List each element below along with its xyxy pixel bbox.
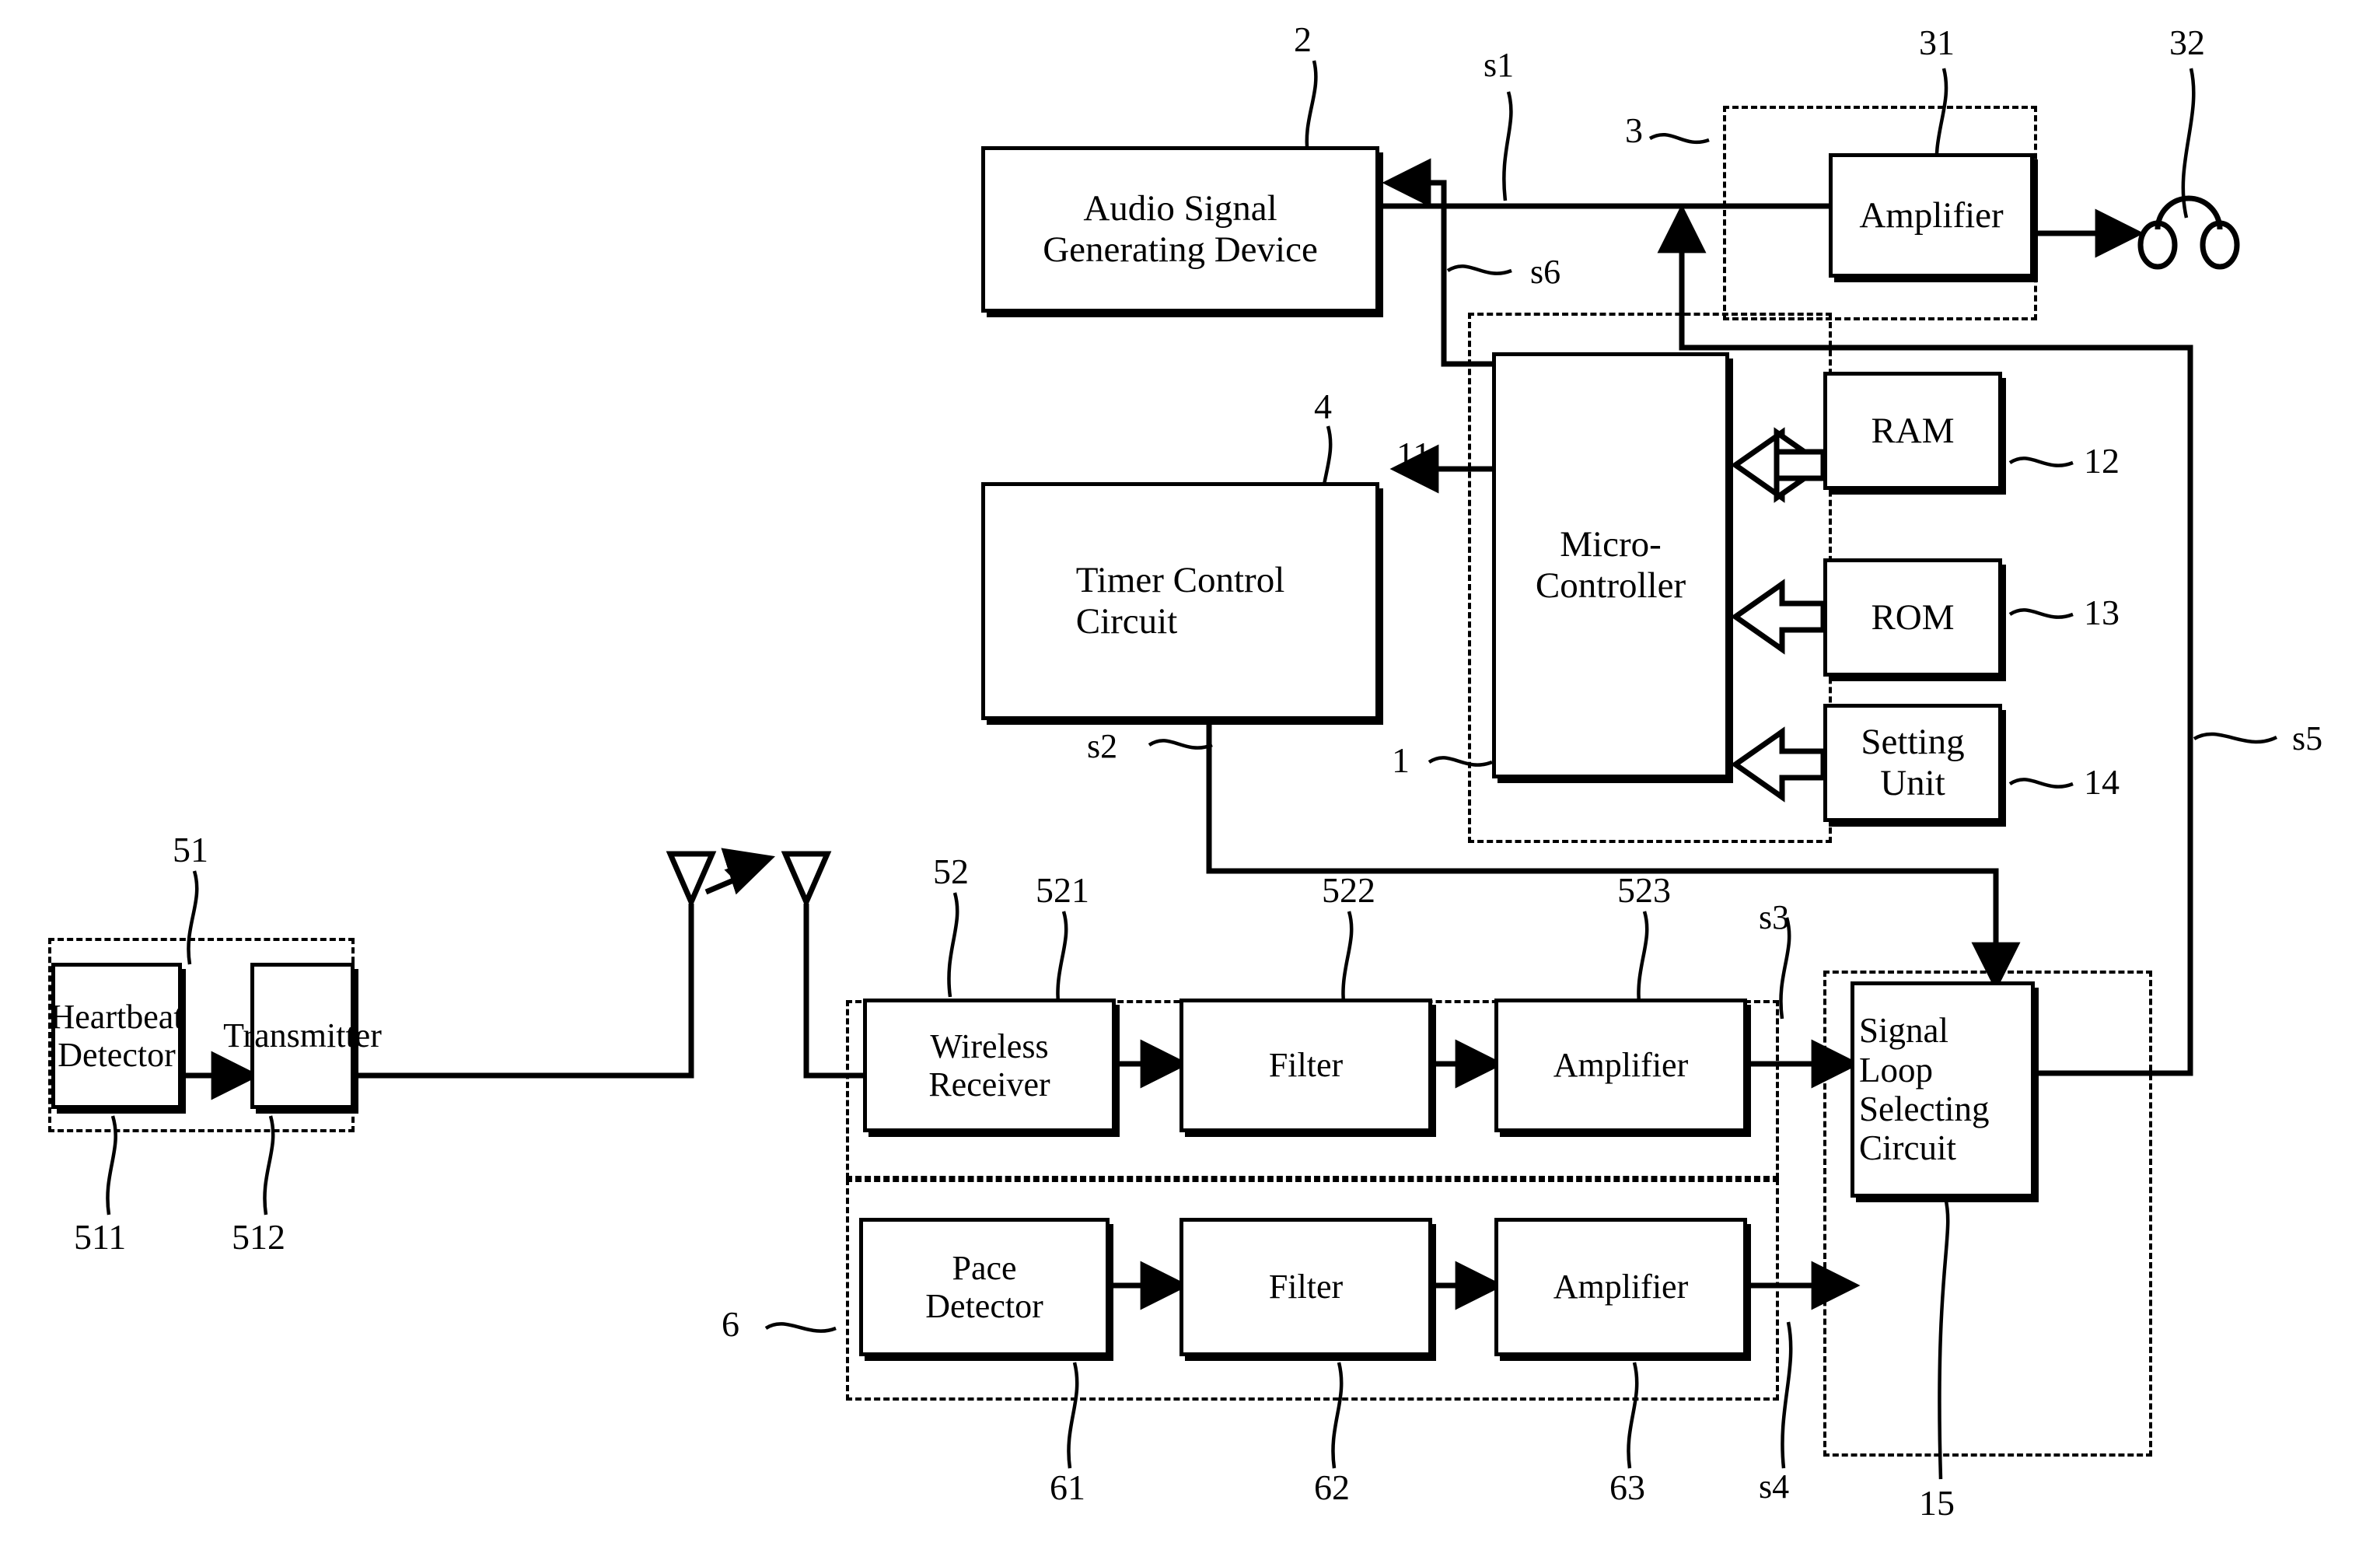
antenna-transmit-icon (666, 851, 717, 909)
leader-s1 (1502, 91, 1513, 201)
audio-device-label-line2: Generating Device (1043, 229, 1318, 270)
block-signal-loop-selecting-circuit[interactable]: Signal Loop Selecting Circuit (1851, 981, 2035, 1198)
block-pace-detector[interactable]: Pace Detector (859, 1218, 1110, 1356)
signal-label-s2: s2 (1087, 727, 1118, 765)
ram-label: RAM (1871, 410, 1955, 451)
signal-label-s5: s5 (2292, 719, 2323, 757)
ref-523: 523 (1617, 870, 1671, 910)
ref-32: 32 (2169, 23, 2205, 62)
ref-63: 63 (1609, 1467, 1645, 1507)
earphone-icon (2137, 195, 2240, 270)
wireless-link-icon (704, 848, 776, 895)
ref-3: 3 (1625, 110, 1643, 150)
leader-6 (764, 1322, 837, 1333)
ref-6: 6 (722, 1304, 739, 1344)
leader-52 (947, 892, 959, 998)
audio-device-label-line1: Audio Signal (1083, 188, 1277, 229)
signal-label-s6: s6 (1530, 253, 1561, 291)
signal-label-s3: s3 (1759, 898, 1790, 936)
loop-label-line3: Circuit (1859, 1128, 1956, 1168)
block-rom[interactable]: ROM (1823, 558, 2002, 677)
leader-3 (1648, 133, 1710, 145)
ref-62: 62 (1314, 1467, 1350, 1507)
block-wireless-receiver[interactable]: Wireless Receiver (863, 999, 1116, 1132)
ref-61: 61 (1050, 1467, 1085, 1507)
ref-512: 512 (232, 1217, 285, 1257)
heartbeat-label-line2: Detector (58, 1036, 176, 1074)
wire-transmitter-to-antenna (354, 904, 694, 1079)
signal-label-s4: s4 (1759, 1467, 1790, 1506)
leader-s6 (1446, 264, 1512, 275)
pace-detector-label-line1: Pace (952, 1248, 1017, 1287)
amplifier-upper-label: Amplifier (1553, 1046, 1689, 1085)
output-amplifier-label: Amplifier (1859, 194, 2004, 236)
wireless-receiver-label-line1: Wireless (930, 1027, 1049, 1065)
figure-canvas: Audio Signal Generating Device Amplifier… (0, 0, 2380, 1567)
antenna-receive-icon (781, 851, 832, 909)
leader-522 (1341, 911, 1354, 1012)
pace-detector-label-line2: Detector (925, 1287, 1043, 1325)
block-timer-control-circuit[interactable]: Timer Control Circuit (981, 482, 1379, 720)
leader-14 (2008, 778, 2074, 789)
setting-unit-label-line2: Unit (1880, 763, 1945, 803)
leader-521 (1056, 911, 1068, 1012)
ref-51: 51 (173, 830, 208, 869)
filter-upper-label: Filter (1268, 1046, 1344, 1085)
ref-12: 12 (2084, 441, 2120, 481)
block-amplifier-upper[interactable]: Amplifier (1494, 999, 1747, 1132)
ref-11: 11 (1396, 435, 1431, 474)
ref-1: 1 (1392, 740, 1410, 780)
mcu-label-line2: Controller (1535, 565, 1686, 606)
block-audio-signal-generating-device[interactable]: Audio Signal Generating Device (981, 146, 1379, 313)
block-filter-upper[interactable]: Filter (1180, 999, 1432, 1132)
leader-32 (2181, 68, 2196, 219)
ref-522: 522 (1322, 870, 1375, 910)
transmitter-label: Transmitter (223, 1016, 382, 1055)
amplifier-lower-label: Amplifier (1553, 1268, 1689, 1306)
ref-31: 31 (1919, 23, 1955, 62)
rom-label: ROM (1871, 596, 1955, 638)
block-micro-controller[interactable]: Micro- Controller (1492, 352, 1729, 778)
loop-label-line1: Signal Loop (1859, 1011, 1949, 1090)
ref-15: 15 (1919, 1483, 1955, 1523)
ref-52: 52 (933, 852, 969, 891)
signal-label-s1: s1 (1484, 46, 1515, 84)
leader-s4 (1781, 1321, 1793, 1469)
loop-label-line2: Selecting (1859, 1090, 1990, 1128)
timer-label-line1: Timer Control (1075, 560, 1285, 601)
ref-2: 2 (1294, 19, 1312, 59)
leader-12 (2008, 456, 2074, 467)
block-ram[interactable]: RAM (1823, 372, 2002, 490)
ref-4: 4 (1314, 387, 1332, 426)
setting-unit-label-line1: Setting (1861, 722, 1965, 763)
wireless-receiver-label-line2: Receiver (928, 1065, 1050, 1104)
mcu-label-line1: Micro- (1560, 524, 1662, 565)
leader-13 (2008, 608, 2074, 619)
block-filter-lower[interactable]: Filter (1180, 1218, 1432, 1356)
ref-521: 521 (1036, 870, 1089, 910)
block-transmitter[interactable]: Transmitter (223, 963, 382, 1109)
timer-label-line2: Circuit (1075, 601, 1178, 642)
filter-lower-label: Filter (1268, 1268, 1344, 1306)
leader-s5 (2193, 732, 2278, 744)
leader-s2 (1148, 739, 1213, 750)
ref-13: 13 (2084, 593, 2120, 632)
ref-511: 511 (74, 1217, 127, 1257)
leader-2 (1305, 60, 1318, 156)
leader-523 (1637, 911, 1649, 1012)
block-heartbeat-detector[interactable]: Heartbeat Detector (50, 963, 183, 1109)
block-output-amplifier[interactable]: Amplifier (1829, 153, 2034, 278)
block-amplifier-lower[interactable]: Amplifier (1494, 1218, 1747, 1356)
ref-14: 14 (2084, 762, 2120, 802)
block-setting-unit[interactable]: Setting Unit (1823, 704, 2002, 822)
heartbeat-label-line1: Heartbeat (50, 997, 183, 1036)
